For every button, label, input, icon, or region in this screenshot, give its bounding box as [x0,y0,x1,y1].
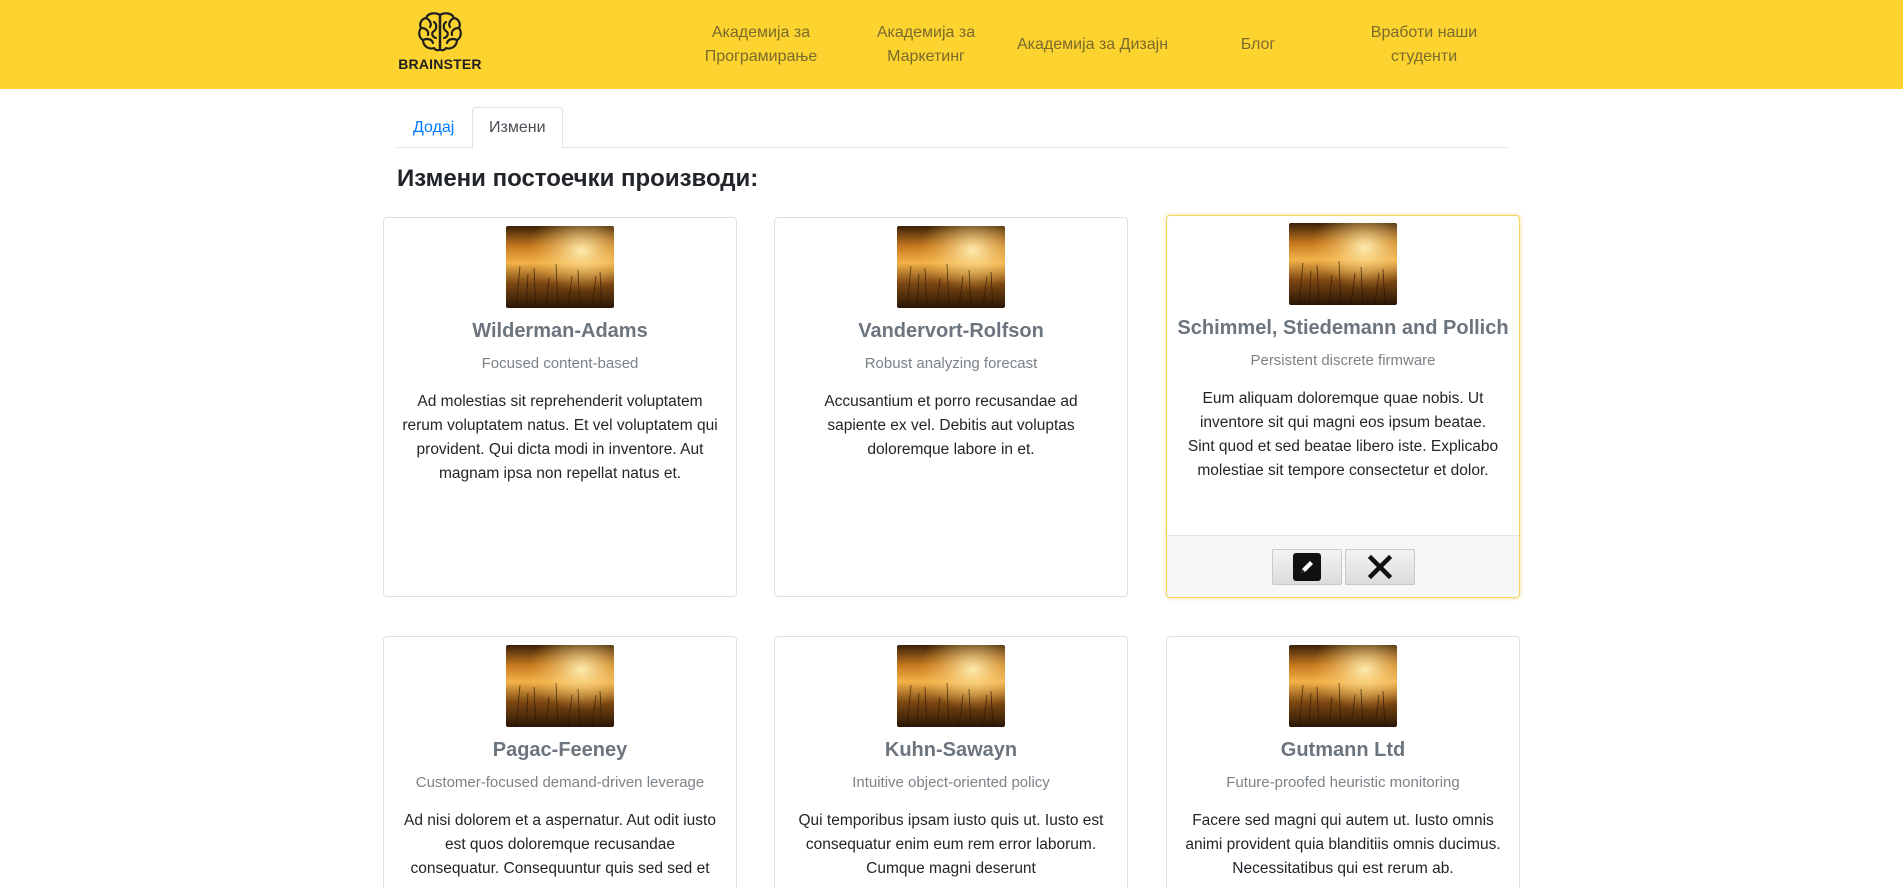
product-title: Gutmann Ltd [1280,739,1406,761]
field-sunset-image [1289,223,1397,305]
nav-link-hire-students[interactable]: Вработи наши студенти [1355,0,1493,89]
brain-icon [418,12,462,52]
nav-link-label: Академија за Дизајн [1016,35,1169,53]
nav-link-programming[interactable]: Академија за Програмирање [696,0,826,89]
product-description: Qui temporibus ipsam iusto quis ut. Iust… [798,812,1104,877]
product-tabs: Додај Измени [397,107,1507,149]
product-subtitle: Future-proofed heuristic monitoring [1226,774,1460,791]
product-title: Vandervort-Rolfson [858,320,1044,342]
product-subtitle: Intuitive object-oriented policy [852,774,1050,791]
product-card[interactable]: Gutmann Ltd Future-proofed heuristic mon… [1166,636,1520,888]
product-card[interactable]: Vandervort-Rolfson Robust analyzing fore… [774,217,1128,597]
product-title: Wilderman-Adams [472,320,648,342]
product-card[interactable]: Wilderman-Adams Focused content-based Ad… [383,217,737,597]
nav-link-design[interactable]: Академија за Дизајн [1010,0,1175,89]
nav-link-label: Академија за Маркетинг [876,23,976,65]
field-sunset-image [897,226,1005,308]
product-subtitle: Robust analyzing forecast [864,355,1038,372]
nav-link-label: Вработи наши студенти [1370,23,1478,65]
brand-name: BRAINSTER [398,56,482,72]
nav-link-label: Академија за Програмирање [704,23,818,65]
field-sunset-image [897,645,1005,727]
product-subtitle: Focused content-based [481,355,639,372]
field-sunset-image [1289,645,1397,727]
product-subtitle: Customer-focused demand-driven leverage [415,774,705,791]
nav-link-marketing[interactable]: Академија за Маркетинг [866,0,986,89]
nav-link-label: Блог [1240,35,1276,53]
product-description: Eum aliquam doloremque quae nobis. Ut in… [1187,390,1499,479]
brand-logo[interactable]: BRAINSTER [398,10,482,78]
product-card[interactable]: Pagac-Feeney Customer-focused demand-dri… [383,636,737,888]
page-title: Измени постоечки производи: [397,165,759,192]
product-description: Accusantium et porro recusandae ad sapie… [824,393,1078,458]
edit-button[interactable] [1271,548,1342,585]
delete-button[interactable] [1344,548,1415,585]
product-title: Schimmel, Stiedemann and Pollich [1177,317,1509,339]
product-description: Ad molestias sit reprehenderit voluptate… [402,393,718,482]
product-title: Kuhn-Sawayn [884,739,1018,761]
tab-add[interactable]: Додај [397,107,470,148]
close-icon [1367,554,1392,579]
product-card[interactable]: Kuhn-Sawayn Intuitive object-oriented po… [774,636,1128,888]
product-description: Facere sed magni qui autem ut. Iusto omn… [1185,812,1501,877]
product-actions [1167,535,1519,597]
product-title: Pagac-Feeney [492,739,628,761]
nav-link-blog[interactable]: Блог [1226,0,1290,89]
tab-edit[interactable]: Измени [472,107,563,149]
top-navbar: BRAINSTER Академија за Програмирање Акад… [0,0,1903,89]
pencil-icon [1292,552,1321,581]
field-sunset-image [506,226,614,308]
product-card-selected[interactable]: Schimmel, Stiedemann and Pollich Persist… [1166,215,1520,598]
product-description: Ad nisi dolorem et a aspernatur. Aut odi… [404,812,716,877]
product-subtitle: Persistent discrete firmware [1250,352,1436,369]
field-sunset-image [506,645,614,727]
